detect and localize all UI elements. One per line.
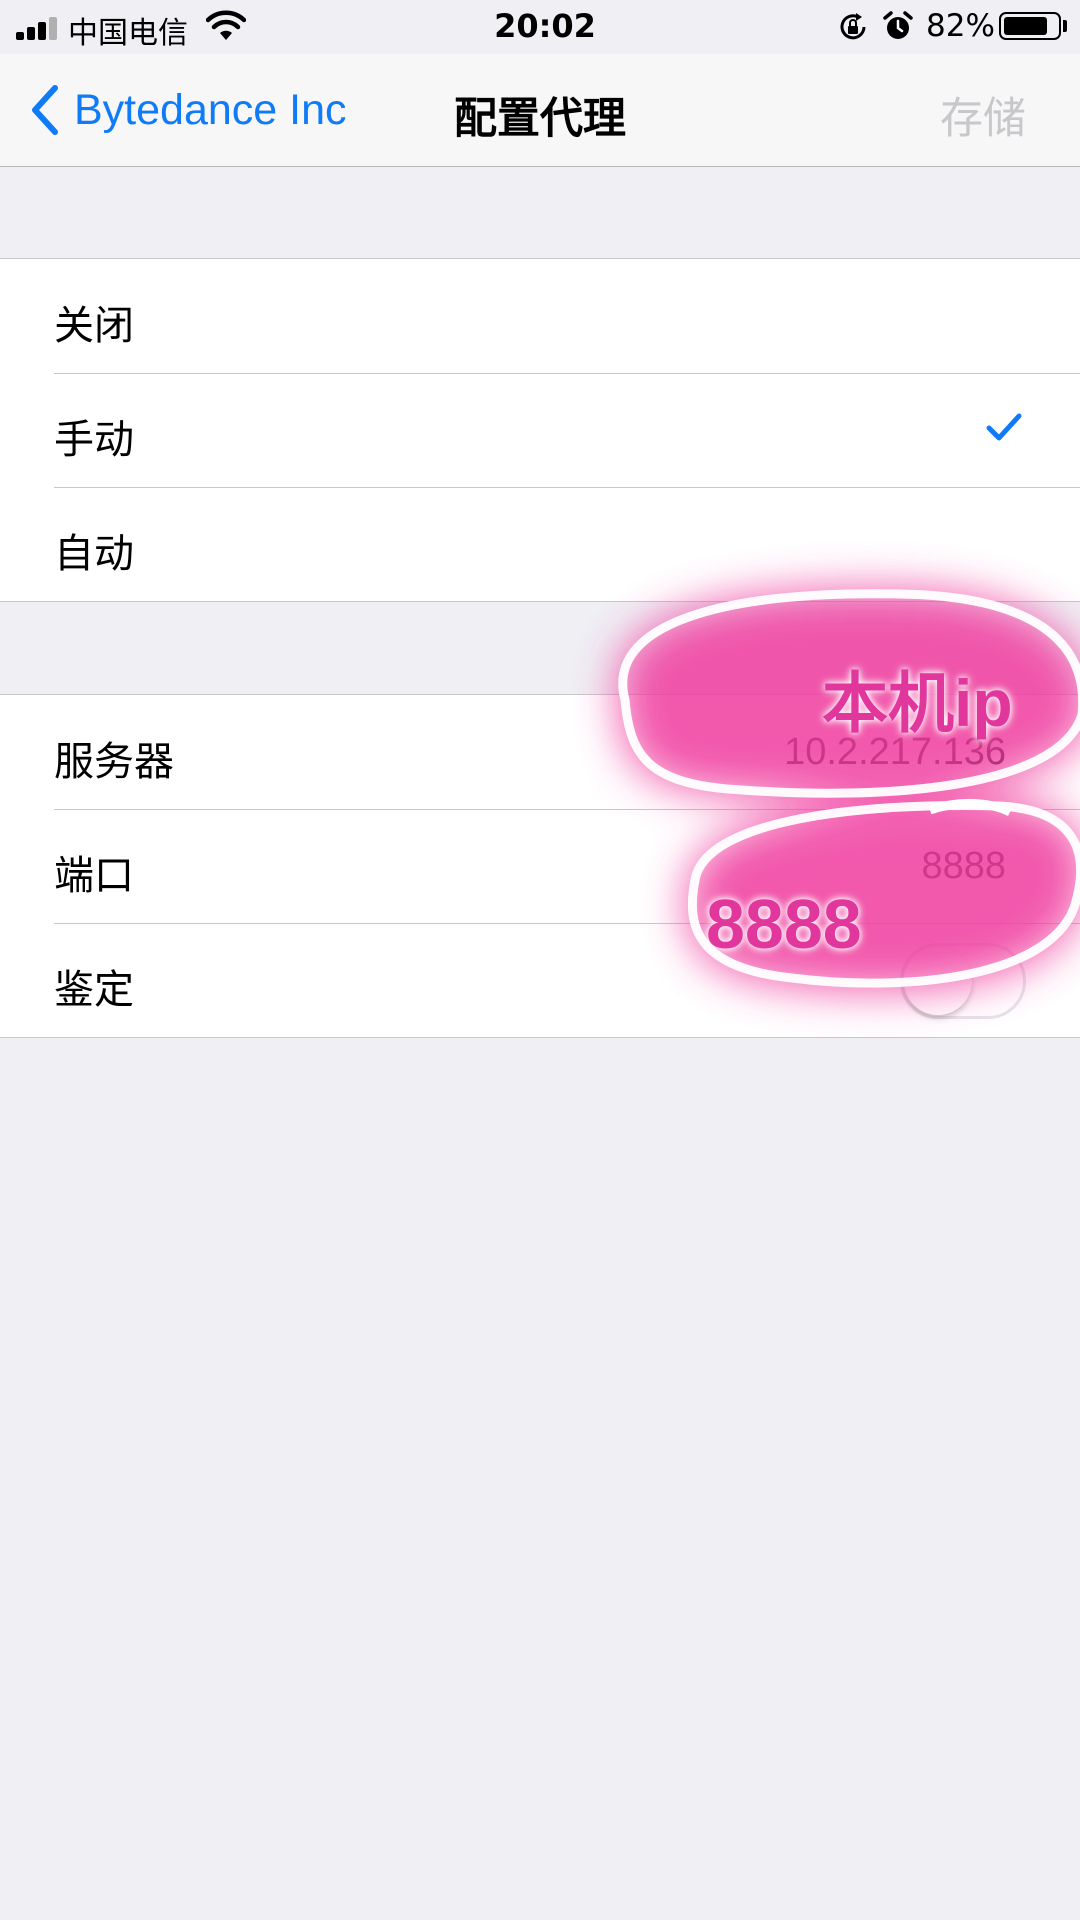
proxy-mode-auto[interactable]: 自动 — [0, 487, 1080, 601]
auth-row: 鉴定 — [0, 923, 1080, 1037]
proxy-mode-manual[interactable]: 手动 — [0, 373, 1080, 487]
status-time: 20:02 — [494, 7, 596, 45]
proxy-mode-manual-label: 手动 — [54, 417, 134, 463]
server-label: 服务器 — [54, 739, 174, 785]
annotation-ip-note: 本机ip — [822, 666, 1013, 740]
auth-toggle[interactable] — [900, 943, 1026, 1019]
navigation-bar: Bytedance Inc 配置代理 存储 — [0, 54, 1080, 167]
annotation-port-note: 8888 — [706, 885, 862, 963]
proxy-mode-off-label: 关闭 — [54, 303, 134, 349]
screen: { "status_bar": { "carrier": "中国电信", "ti… — [0, 0, 1080, 1920]
rotation-lock-icon — [840, 13, 866, 40]
save-button[interactable]: 存储 — [940, 84, 1026, 146]
port-field[interactable]: 8888 — [921, 845, 1006, 888]
checkmark-icon — [986, 413, 1022, 441]
battery-icon — [999, 12, 1061, 40]
battery-percent: 82% — [926, 8, 995, 44]
proxy-mode-auto-label: 自动 — [54, 531, 134, 577]
port-label: 端口 — [54, 853, 134, 899]
proxy-mode-off[interactable]: 关闭 — [0, 259, 1080, 373]
battery-tip — [1063, 20, 1067, 32]
port-row[interactable]: 端口 8888 — [0, 809, 1080, 923]
status-bar: 中国电信 20:02 82% — [0, 0, 1080, 54]
page-title: 配置代理 — [454, 94, 626, 144]
proxy-mode-group: 关闭 手动 自动 — [0, 258, 1080, 602]
alarm-icon — [883, 11, 913, 39]
auth-label: 鉴定 — [54, 967, 134, 1013]
toggle-knob — [904, 947, 972, 1015]
